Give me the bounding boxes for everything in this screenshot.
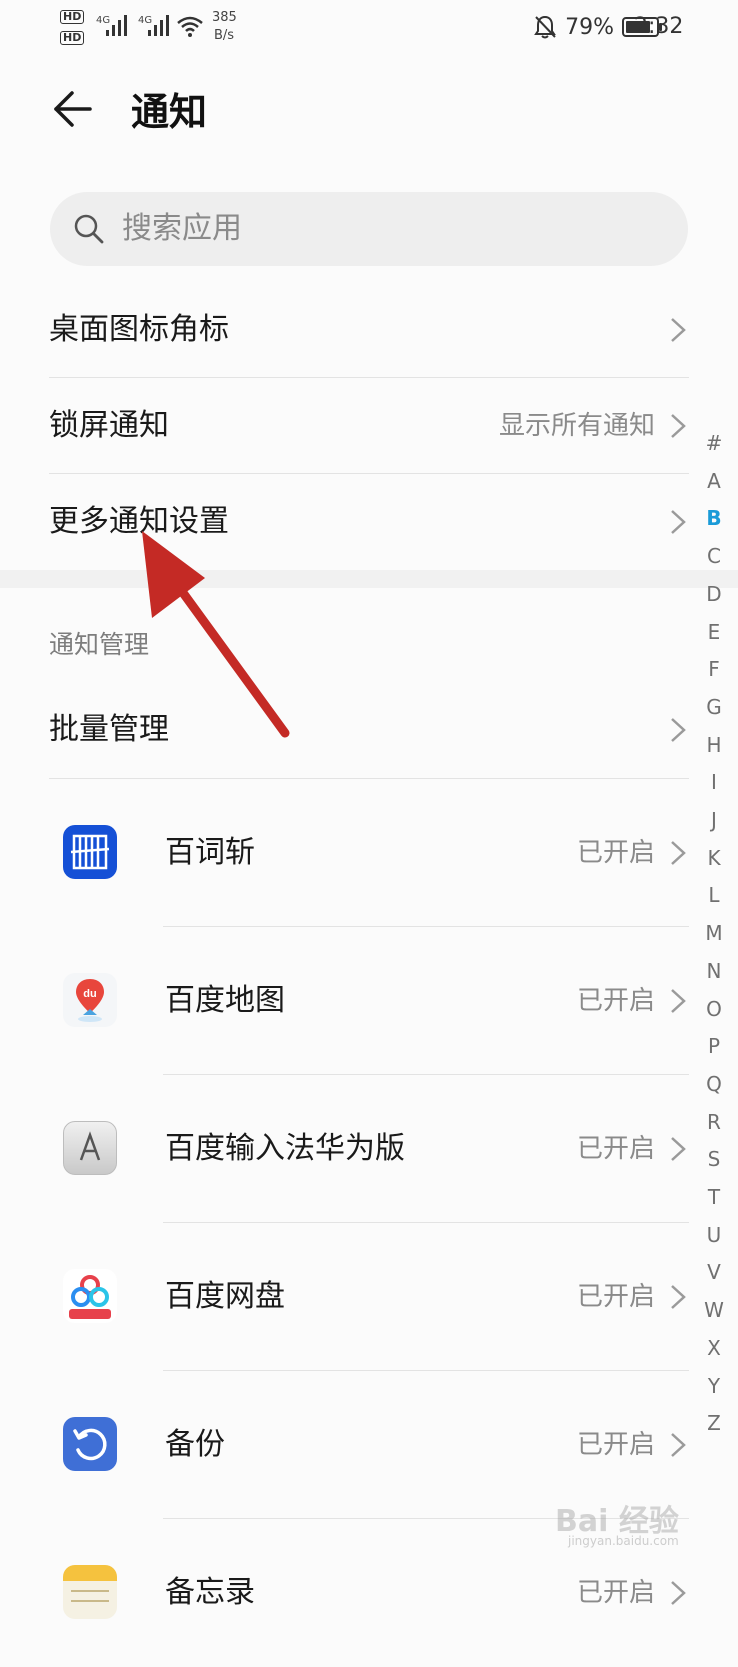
chevron-right-icon [671, 510, 686, 534]
index-letter[interactable]: V [694, 1254, 734, 1292]
bell-off-icon [534, 15, 556, 39]
index-letter[interactable]: W [694, 1292, 734, 1330]
index-letter[interactable]: K [694, 840, 734, 878]
index-letter[interactable]: O [694, 991, 734, 1029]
status-bar: HD HD 4G 4G 385 B/s 79% 2:32 [0, 0, 738, 60]
index-letter[interactable]: C [694, 538, 734, 576]
app-name: 百度网盘 [165, 1279, 285, 1314]
chevron-right-icon [671, 414, 686, 438]
chevron-right-icon [671, 1137, 686, 1161]
index-letter[interactable]: F [694, 651, 734, 689]
baidu-netdisk-icon [63, 1269, 117, 1323]
battery-percent: 79% [565, 14, 614, 40]
app-status: 已开启 [576, 1282, 655, 1312]
index-letter[interactable]: Y [694, 1368, 734, 1406]
backup-icon [63, 1417, 117, 1471]
index-letter[interactable]: X [694, 1330, 734, 1368]
index-letter[interactable]: L [694, 877, 734, 915]
index-letter[interactable]: S [694, 1141, 734, 1179]
wifi-icon [177, 16, 203, 37]
chevron-right-icon [671, 841, 686, 865]
network-speed-unit: B/s [214, 28, 235, 43]
index-letter[interactable]: P [694, 1028, 734, 1066]
annotation-arrow-icon [142, 531, 290, 738]
index-letter[interactable]: I [694, 764, 734, 802]
app-row[interactable]: du 百度地图 已开启 [49, 927, 689, 1075]
section-separator [0, 570, 738, 588]
index-letter[interactable]: H [694, 727, 734, 765]
chevron-right-icon [671, 1581, 686, 1605]
page-title: 通知 [131, 90, 208, 134]
app-name: 备份 [165, 1427, 225, 1462]
row-value: 显示所有通知 [498, 411, 655, 441]
app-name: 百词斩 [165, 835, 255, 870]
hd-badge-2: HD [60, 31, 85, 45]
row-label: 桌面图标角标 [49, 312, 229, 347]
row-badge-icons[interactable]: 桌面图标角标 [49, 282, 689, 378]
index-letter[interactable]: J [694, 802, 734, 840]
index-letter[interactable]: R [694, 1104, 734, 1142]
app-status: 已开启 [576, 986, 655, 1016]
baidu-map-icon: du [63, 973, 117, 1027]
app-status: 已开启 [576, 1134, 655, 1164]
baidu-input-icon [63, 1121, 117, 1175]
arrow-left-icon[interactable] [52, 88, 94, 130]
app-row[interactable]: 百度网盘 已开启 [49, 1223, 689, 1371]
index-letter[interactable]: U [694, 1217, 734, 1255]
index-letter[interactable]: Q [694, 1066, 734, 1104]
chevron-right-icon [671, 318, 686, 342]
clock: 2:32 [634, 14, 684, 39]
svg-text:du: du [83, 988, 96, 1000]
row-lockscreen-notifications[interactable]: 锁屏通知 显示所有通知 [49, 378, 689, 474]
chevron-right-icon [671, 989, 686, 1013]
chevron-right-icon [671, 718, 686, 742]
index-letter[interactable]: A [694, 463, 734, 501]
app-name: 百度地图 [165, 983, 285, 1018]
memo-icon [63, 1565, 117, 1619]
index-letter[interactable]: G [694, 689, 734, 727]
search-input[interactable]: 搜索应用 [50, 192, 688, 266]
baicizhan-icon [63, 825, 117, 879]
app-status: 已开启 [576, 838, 655, 868]
search-placeholder: 搜索应用 [122, 211, 242, 246]
chevron-right-icon [671, 1433, 686, 1457]
network-speed-value: 385 [212, 10, 237, 25]
index-letter[interactable]: N [694, 953, 734, 991]
index-letter[interactable]: # [694, 425, 734, 463]
row-label: 锁屏通知 [49, 408, 169, 443]
app-name: 百度输入法华为版 [165, 1131, 405, 1166]
index-letter[interactable]: D [694, 576, 734, 614]
signal-icon-1 [106, 15, 127, 36]
search-icon [74, 214, 104, 244]
chevron-right-icon [671, 1285, 686, 1309]
signal-icon-2 [148, 15, 169, 36]
alphabet-index[interactable]: # A B C D E F G H I J K L M N O P Q R S T U V W X Y Z [694, 425, 734, 1443]
app-name: 备忘录 [165, 1575, 255, 1610]
hd-badge-1: HD [60, 10, 85, 24]
app-row[interactable]: 百度输入法华为版 已开启 [49, 1075, 689, 1223]
index-letter[interactable]: Z [694, 1405, 734, 1443]
index-letter[interactable]: E [694, 614, 734, 652]
index-letter[interactable]: T [694, 1179, 734, 1217]
watermark-url: jingyan.baidu.com [568, 1534, 679, 1548]
index-letter[interactable]: B [694, 500, 734, 538]
app-row[interactable]: 百词斩 已开启 [49, 779, 689, 927]
index-letter[interactable]: M [694, 915, 734, 953]
